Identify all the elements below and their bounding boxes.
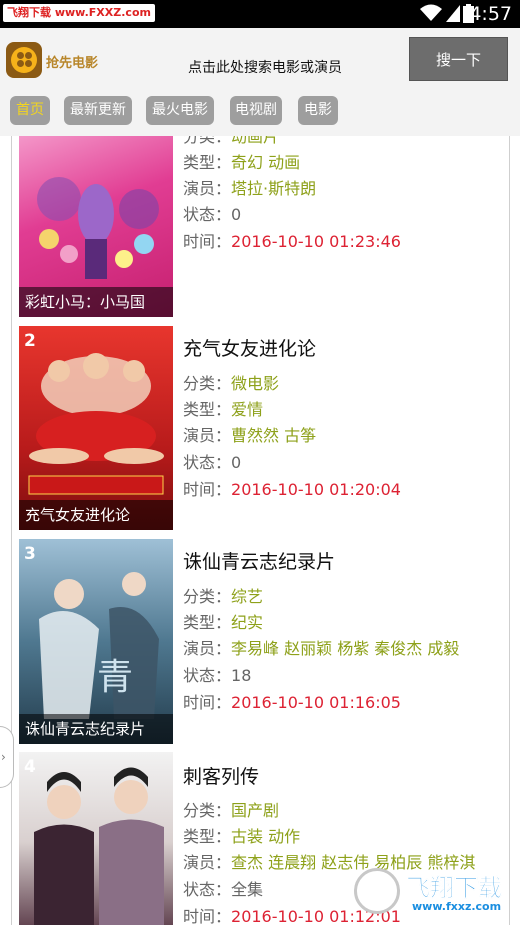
status-value: 0 [231, 453, 242, 472]
header-bar: 抢先电影 点击此处搜索电影或演员 搜一下 [0, 28, 520, 90]
time-label: 时间： [183, 693, 232, 712]
poster-image[interactable]: 2 充气女友进化论 [19, 326, 173, 530]
category-value[interactable]: 国产剧 [231, 801, 279, 820]
status-label: 状态： [183, 453, 232, 472]
time-value: 2016-10-10 01:20:04 [231, 480, 401, 499]
category-value[interactable]: 微电影 [231, 374, 279, 393]
time-row: 时间：2016-10-10 01:20:04 [183, 476, 401, 500]
svg-text:青: 青 [97, 657, 133, 698]
time-label: 时间： [183, 480, 232, 499]
actors-label: 演员： [183, 853, 232, 872]
category-row: 分类：综艺 [183, 583, 263, 607]
genre-row: 类型：奇幻 动画 [183, 149, 300, 173]
poster-image[interactable]: 青 3 诛仙青云志纪录片 [19, 539, 173, 744]
actors-label: 演员： [183, 179, 232, 198]
category-label: 分类： [183, 801, 232, 820]
status-value: 18 [231, 666, 252, 685]
rank-badge: 4 [24, 757, 36, 777]
signal-icon [446, 5, 460, 22]
watermark-url: www.fxxz.com [412, 900, 502, 913]
poster-image[interactable]: 4 [19, 752, 173, 925]
category-label: 分类： [183, 374, 232, 393]
genre-value[interactable]: 爱情 [231, 400, 263, 419]
poster-caption: 诛仙青云志纪录片 [19, 714, 173, 744]
category-row: 分类：国产剧 [183, 797, 279, 821]
wifi-icon [420, 4, 442, 21]
actors-row: 演员：李易峰 赵丽颖 杨紫 秦俊杰 成毅 [183, 635, 459, 659]
status-row: 状态：全集 [183, 876, 263, 900]
app-name: 抢先电影 [46, 56, 99, 71]
movie-title[interactable]: 刺客列传 [183, 762, 259, 789]
watermark-circle-icon [354, 868, 400, 914]
tab-home[interactable]: 首页 [10, 96, 50, 125]
category-row: 分类：动画片 [183, 136, 279, 147]
genre-label: 类型： [183, 827, 232, 846]
time-row: 时间：2016-10-10 01:23:46 [183, 228, 401, 252]
genre-value[interactable]: 奇幻 动画 [231, 153, 300, 172]
status-value: 全集 [231, 880, 264, 899]
search-input[interactable]: 点击此处搜索电影或演员 [150, 57, 380, 77]
status-row: 状态：0 [183, 449, 241, 473]
genre-value[interactable]: 古装 动作 [231, 827, 300, 846]
status-bar: 飞翔下载 www.FXXZ.com 4:57 [0, 0, 520, 28]
rank-badge: 3 [24, 544, 36, 564]
watermark-text: 飞翔下载 [406, 874, 503, 903]
status-label: 状态： [183, 666, 232, 685]
status-label: 状态： [183, 880, 232, 899]
status-label: 状态： [183, 205, 232, 224]
poster-caption: 彩虹小马：小马国 [19, 287, 173, 317]
poster-caption: 充气女友进化论 [19, 500, 173, 530]
tab-tv[interactable]: 电视剧 [230, 96, 282, 125]
genre-label: 类型： [183, 613, 232, 632]
movie-title[interactable]: 诛仙青云志纪录片 [183, 547, 335, 574]
time-row: 时间：2016-10-10 01:16:05 [183, 689, 401, 713]
time-value: 2016-10-10 01:23:46 [231, 232, 401, 251]
status-row: 状态：0 [183, 201, 241, 225]
category-label: 分类： [183, 587, 232, 606]
poster-image[interactable]: 彩虹小马：小马国 [19, 136, 173, 317]
nav-tabs: 首页 最新更新 最火电影 电视剧 电影 [0, 90, 520, 136]
category-value[interactable]: 动画片 [231, 136, 279, 146]
time-value: 2016-10-10 01:16:05 [231, 693, 401, 712]
watermark-logo: 飞翔下载 www.fxxz.com [352, 864, 510, 920]
watermark-label: 飞翔下载 www.FXXZ.com [3, 4, 155, 22]
category-label: 分类： [183, 136, 232, 146]
actors-row: 演员：曹然然 古筝 [183, 422, 316, 446]
list-item[interactable]: 青 3 诛仙青云志纪录片 诛仙青云志纪录片 分类：综艺 类型：纪实 演员：李易峰… [0, 538, 520, 751]
actors-label: 演员： [183, 639, 232, 658]
genre-value[interactable]: 纪实 [231, 613, 263, 632]
actors-value[interactable]: 塔拉·斯特朗 [231, 179, 316, 198]
search-button[interactable]: 搜一下 [409, 37, 508, 81]
list-item[interactable]: 彩虹小马：小马国 分类：动画片 类型：奇幻 动画 演员：塔拉·斯特朗 状态：0 … [0, 136, 520, 317]
movie-list: 彩虹小马：小马国 分类：动画片 类型：奇幻 动画 演员：塔拉·斯特朗 状态：0 … [0, 136, 520, 925]
genre-row: 类型：纪实 [183, 609, 263, 633]
time-label: 时间： [183, 232, 232, 251]
tab-hottest[interactable]: 最火电影 [146, 96, 214, 125]
list-item[interactable]: 2 充气女友进化论 充气女友进化论 分类：微电影 类型：爱情 演员：曹然然 古筝… [0, 325, 520, 538]
actors-row: 演员：塔拉·斯特朗 [183, 175, 316, 199]
drawer-handle-chevron-right-icon[interactable]: › [0, 726, 14, 788]
category-value[interactable]: 综艺 [231, 587, 263, 606]
genre-label: 类型： [183, 153, 232, 172]
status-row: 状态：18 [183, 662, 251, 686]
clock: 4:57 [469, 3, 512, 25]
status-value: 0 [231, 205, 242, 224]
time-label: 时间： [183, 907, 232, 925]
tab-movie[interactable]: 电影 [298, 96, 338, 125]
app-logo-icon[interactable] [6, 42, 42, 78]
actors-value[interactable]: 曹然然 古筝 [231, 426, 316, 445]
movie-title[interactable]: 充气女友进化论 [183, 334, 316, 361]
genre-label: 类型： [183, 400, 232, 419]
actors-label: 演员： [183, 426, 232, 445]
genre-row: 类型：爱情 [183, 396, 263, 420]
tab-latest[interactable]: 最新更新 [64, 96, 132, 125]
genre-row: 类型：古装 动作 [183, 823, 300, 847]
category-row: 分类：微电影 [183, 370, 279, 394]
rank-badge: 2 [24, 331, 36, 351]
actors-value[interactable]: 李易峰 赵丽颖 杨紫 秦俊杰 成毅 [231, 639, 459, 658]
